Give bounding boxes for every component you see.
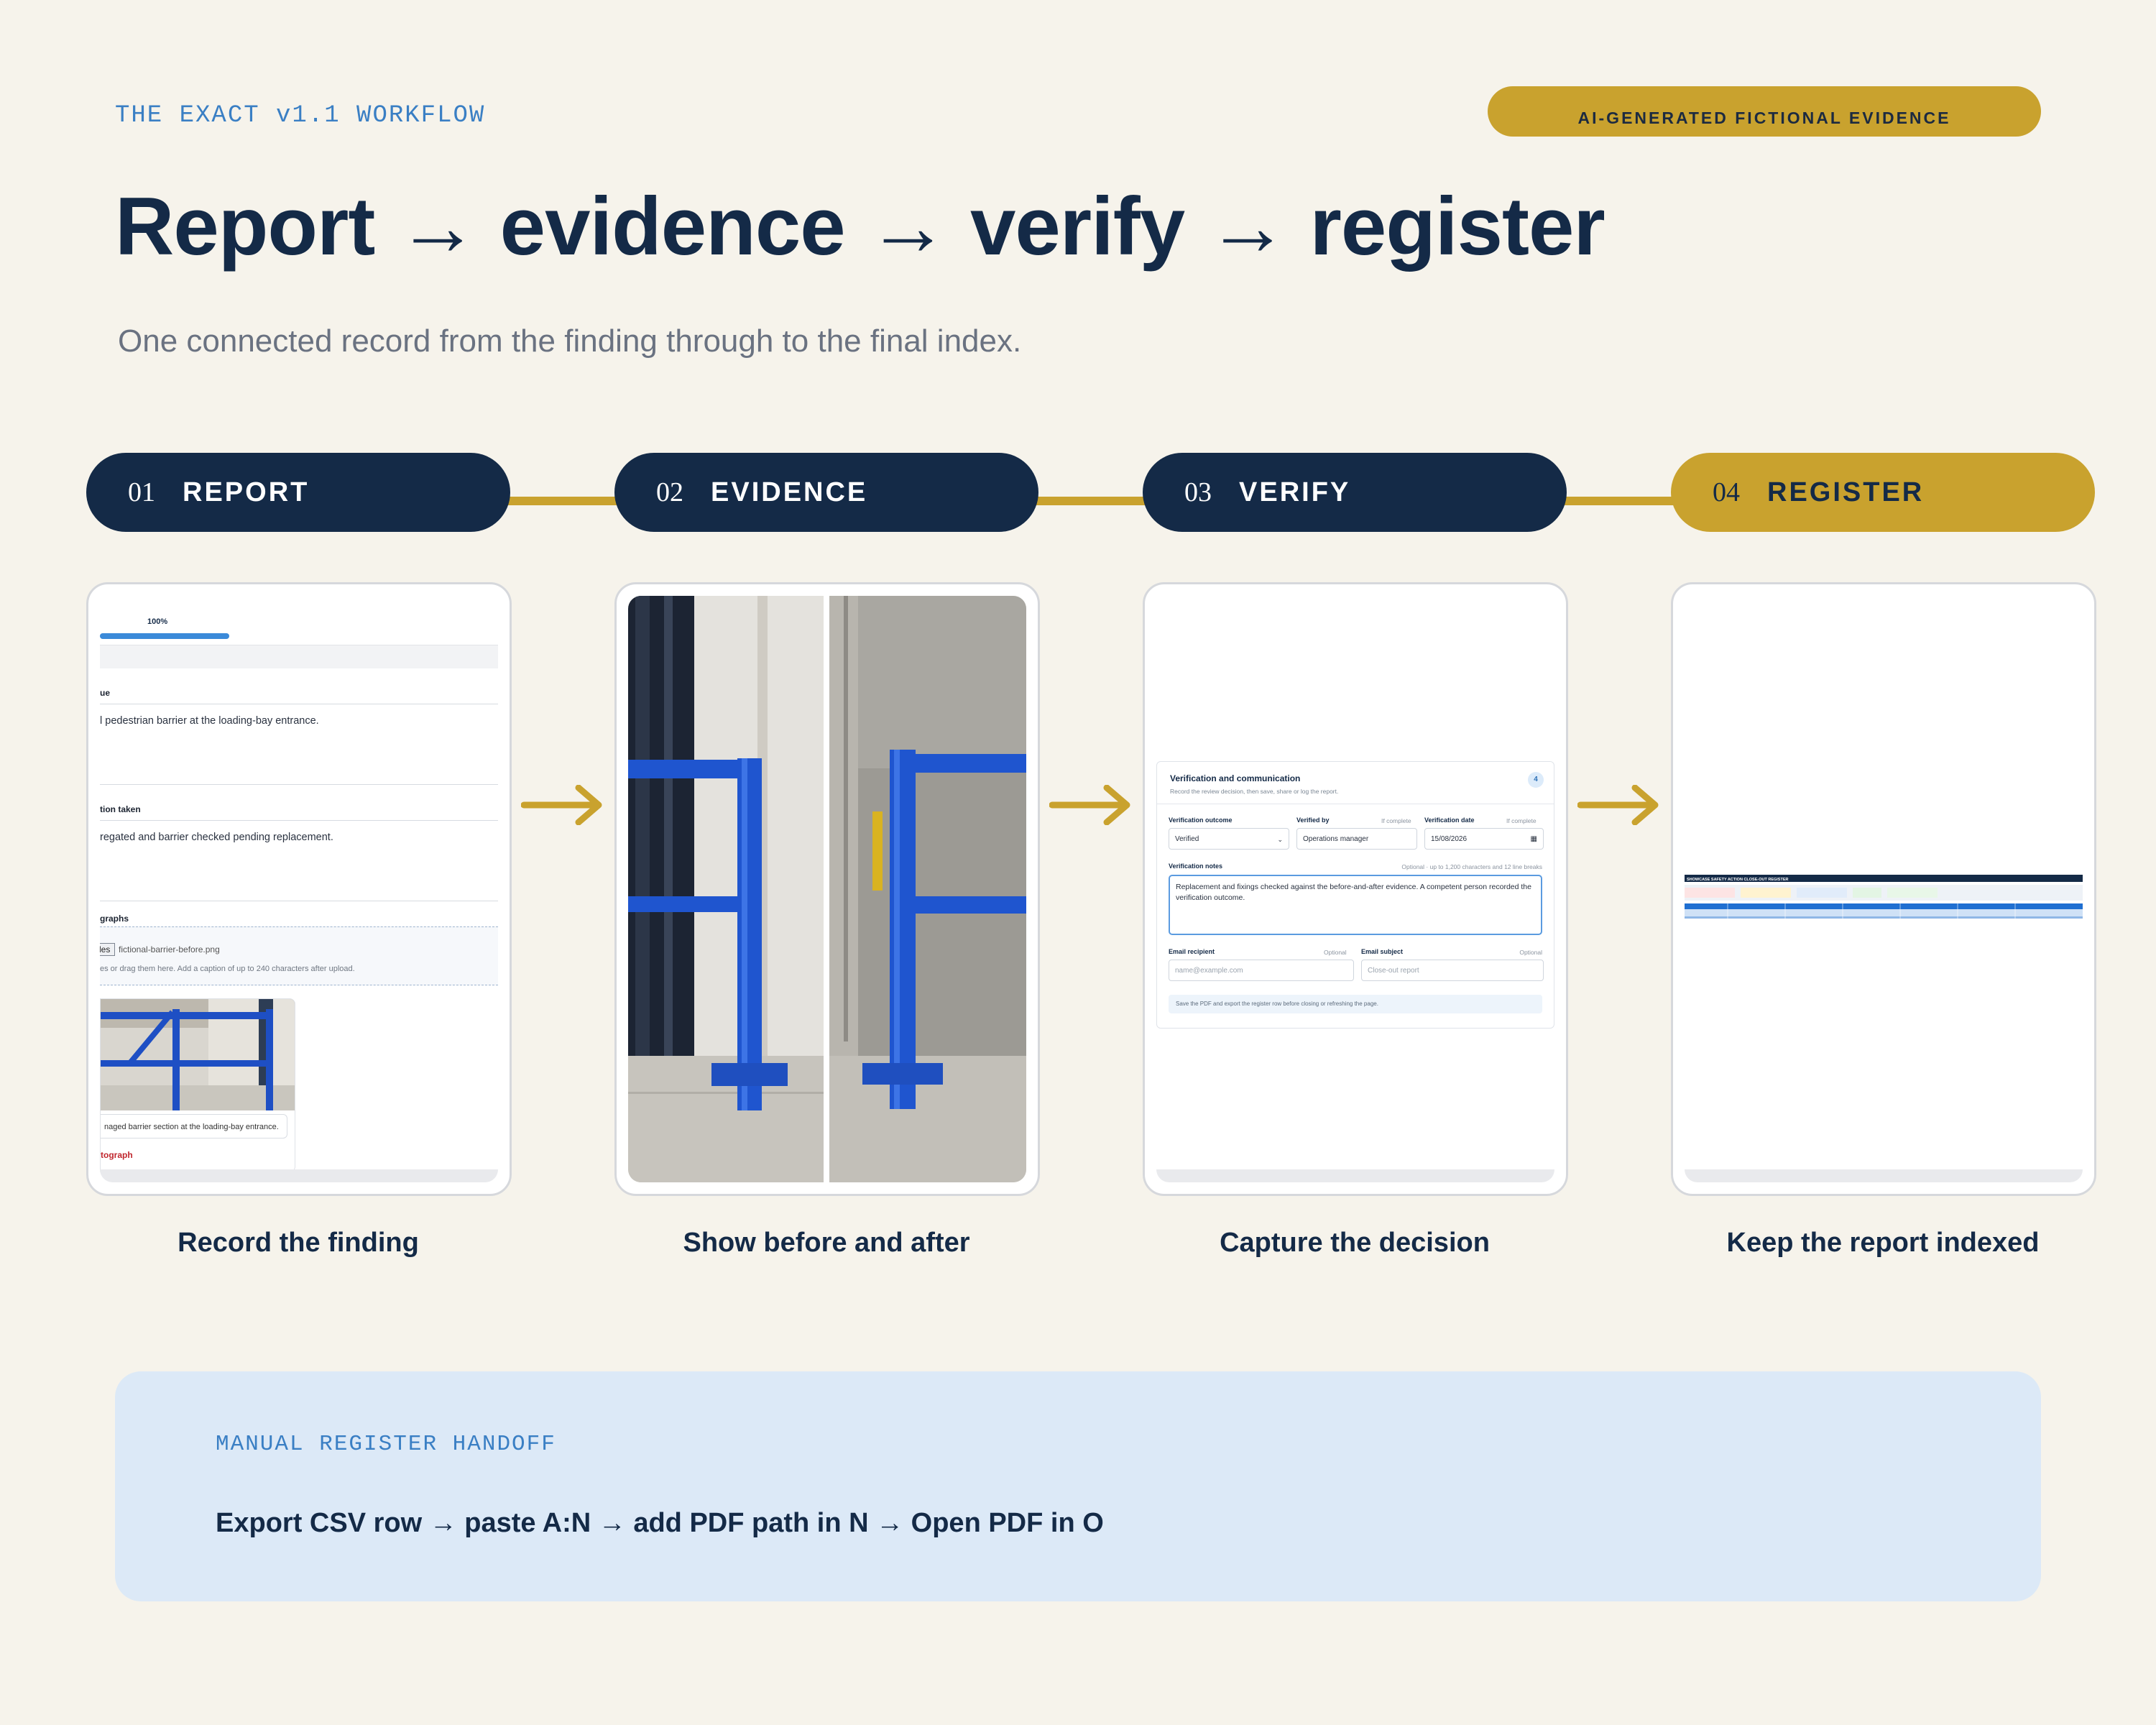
register-sheet-title: SHOWCASE SAFETY ACTION CLOSE-OUT REGISTE… bbox=[1687, 878, 1789, 882]
arrow-right-icon bbox=[1577, 785, 1659, 825]
step-caption: Record the finding bbox=[178, 1228, 419, 1258]
step-connector bbox=[1545, 497, 1689, 505]
register-screenshot: SHOWCASE SAFETY ACTION CLOSE-OUT REGISTE… bbox=[1685, 596, 2083, 1182]
verified-by-label: Verified by bbox=[1296, 816, 1330, 824]
outcome-select[interactable]: Verified ⌄ bbox=[1169, 828, 1289, 850]
photo-dropzone[interactable]: les fictional-barrier-before.png es or d… bbox=[100, 926, 498, 985]
subject-hint: Optional bbox=[1519, 949, 1542, 956]
step-number: 04 bbox=[1713, 477, 1740, 507]
verify-screenshot: Verification and communication Record th… bbox=[1156, 596, 1554, 1182]
evidence-screenshot-card bbox=[614, 582, 1040, 1196]
step-number: 03 bbox=[1184, 477, 1212, 507]
outcome-label: Verification outcome bbox=[1169, 816, 1233, 824]
subject-label: Email subject bbox=[1361, 948, 1404, 955]
email-hint: Optional bbox=[1324, 949, 1347, 956]
barrier-photo bbox=[101, 999, 295, 1110]
progress-fill bbox=[100, 633, 229, 639]
chevron-down-icon: ⌄ bbox=[1277, 836, 1283, 843]
progress-percent: 100% bbox=[147, 617, 168, 626]
screenshot-footer bbox=[1685, 1169, 2083, 1182]
photo-thumbnail-card: naged barrier section at the loading-bay… bbox=[100, 998, 295, 1172]
upload-hint: es or drag them here. Add a caption of u… bbox=[100, 965, 355, 973]
verified-by-field[interactable]: Operations manager bbox=[1296, 828, 1417, 850]
step-caption: Show before and after bbox=[683, 1228, 970, 1258]
report-screenshot: 100% ue l pedestrian barrier at the load… bbox=[100, 596, 498, 1182]
progress-bar bbox=[100, 633, 229, 639]
step-label: REPORT bbox=[183, 477, 310, 507]
handoff-eyebrow: MANUAL REGISTER HANDOFF bbox=[216, 1432, 556, 1457]
photos-label: graphs bbox=[100, 914, 129, 924]
step-connector bbox=[489, 497, 632, 505]
step-label: EVIDENCE bbox=[711, 477, 868, 507]
date-field[interactable]: 15/08/2026 ▦ bbox=[1424, 828, 1544, 850]
choose-files-button[interactable]: les bbox=[100, 943, 116, 956]
photo-caption-input[interactable]: naged barrier section at the loading-bay… bbox=[101, 1114, 287, 1138]
date-hint: If complete bbox=[1506, 817, 1537, 824]
report-screenshot-card: 100% ue l pedestrian barrier at the load… bbox=[86, 582, 512, 1196]
verification-notes-textarea[interactable]: Replacement and fixings checked against … bbox=[1169, 875, 1542, 935]
page-subtitle: One connected record from the finding th… bbox=[118, 323, 1022, 359]
step-caption: Capture the decision bbox=[1220, 1228, 1490, 1258]
action-label: tion taken bbox=[100, 804, 141, 814]
before-after-image bbox=[628, 596, 1026, 1182]
step-caption: Keep the report indexed bbox=[1726, 1228, 2040, 1258]
action-text[interactable]: regated and barrier checked pending repl… bbox=[100, 832, 333, 843]
step-number: 01 bbox=[128, 477, 155, 507]
register-sheet-thumbnail: SHOWCASE SAFETY ACTION CLOSE-OUT REGISTE… bbox=[1685, 875, 2083, 919]
file-name: fictional-barrier-before.png bbox=[119, 944, 220, 954]
progress-band bbox=[100, 645, 498, 668]
outcome-value: Verified bbox=[1175, 835, 1199, 843]
screenshot-footer bbox=[1156, 1169, 1554, 1182]
verified-by-hint: If complete bbox=[1381, 817, 1411, 824]
step-verify: 03 VERIFY bbox=[1143, 453, 1567, 532]
verify-screenshot-card: Verification and communication Record th… bbox=[1143, 582, 1568, 1196]
email-recipient-field[interactable]: name@example.com bbox=[1169, 960, 1354, 981]
date-value: 15/08/2026 bbox=[1431, 835, 1468, 843]
step-register: 04 REGISTER bbox=[1671, 453, 2095, 532]
arrow-right-icon bbox=[521, 785, 602, 825]
page-title: Report → evidence → verify → register bbox=[115, 181, 1606, 272]
step-evidence: 02 EVIDENCE bbox=[614, 453, 1038, 532]
step-label: VERIFY bbox=[1239, 477, 1351, 507]
issue-label: ue bbox=[100, 688, 111, 698]
notes-label: Verification notes bbox=[1169, 862, 1223, 870]
calendar-icon[interactable]: ▦ bbox=[1531, 829, 1537, 849]
step-connector bbox=[1017, 497, 1161, 505]
verification-title: Verification and communication bbox=[1170, 773, 1301, 783]
register-spreadsheet: SHOWCASE SAFETY ACTION CLOSE-OUT REGISTE… bbox=[1685, 875, 2083, 935]
step-number: 02 bbox=[656, 477, 683, 507]
handoff-instructions: Export CSV row → paste A:N → add PDF pat… bbox=[216, 1508, 1104, 1538]
screenshot-footer bbox=[100, 1169, 498, 1182]
step-report: 01 REPORT bbox=[86, 453, 510, 532]
remove-photo-link[interactable]: tograph bbox=[101, 1150, 133, 1160]
arrow-right-icon bbox=[1049, 785, 1130, 825]
badge-label: AI-GENERATED FICTIONAL EVIDENCE bbox=[1577, 108, 1951, 127]
section-number-badge: 4 bbox=[1528, 772, 1544, 788]
email-label: Email recipient bbox=[1169, 948, 1215, 955]
save-reminder: Save the PDF and export the register row… bbox=[1169, 995, 1542, 1013]
register-screenshot-card: SHOWCASE SAFETY ACTION CLOSE-OUT REGISTE… bbox=[1671, 582, 2096, 1196]
step-label: REGISTER bbox=[1767, 477, 1925, 507]
workflow-eyebrow: THE EXACT v1.1 WORKFLOW bbox=[115, 102, 486, 129]
divider bbox=[100, 784, 498, 785]
before-after-photos bbox=[628, 596, 1026, 1182]
notes-hint: Optional · up to 1,200 characters and 12… bbox=[1401, 863, 1542, 870]
fictional-evidence-badge: AI-GENERATED FICTIONAL EVIDENCE bbox=[1488, 86, 2041, 137]
email-subject-field[interactable]: Close-out report bbox=[1361, 960, 1544, 981]
verification-subtitle: Record the review decision, then save, s… bbox=[1170, 788, 1339, 795]
register-handoff-panel: MANUAL REGISTER HANDOFF Export CSV row →… bbox=[115, 1371, 2041, 1601]
issue-text[interactable]: l pedestrian barrier at the loading-bay … bbox=[100, 715, 319, 727]
date-label: Verification date bbox=[1424, 816, 1475, 824]
divider bbox=[100, 820, 498, 821]
verification-panel: Verification and communication Record th… bbox=[1156, 761, 1554, 1029]
